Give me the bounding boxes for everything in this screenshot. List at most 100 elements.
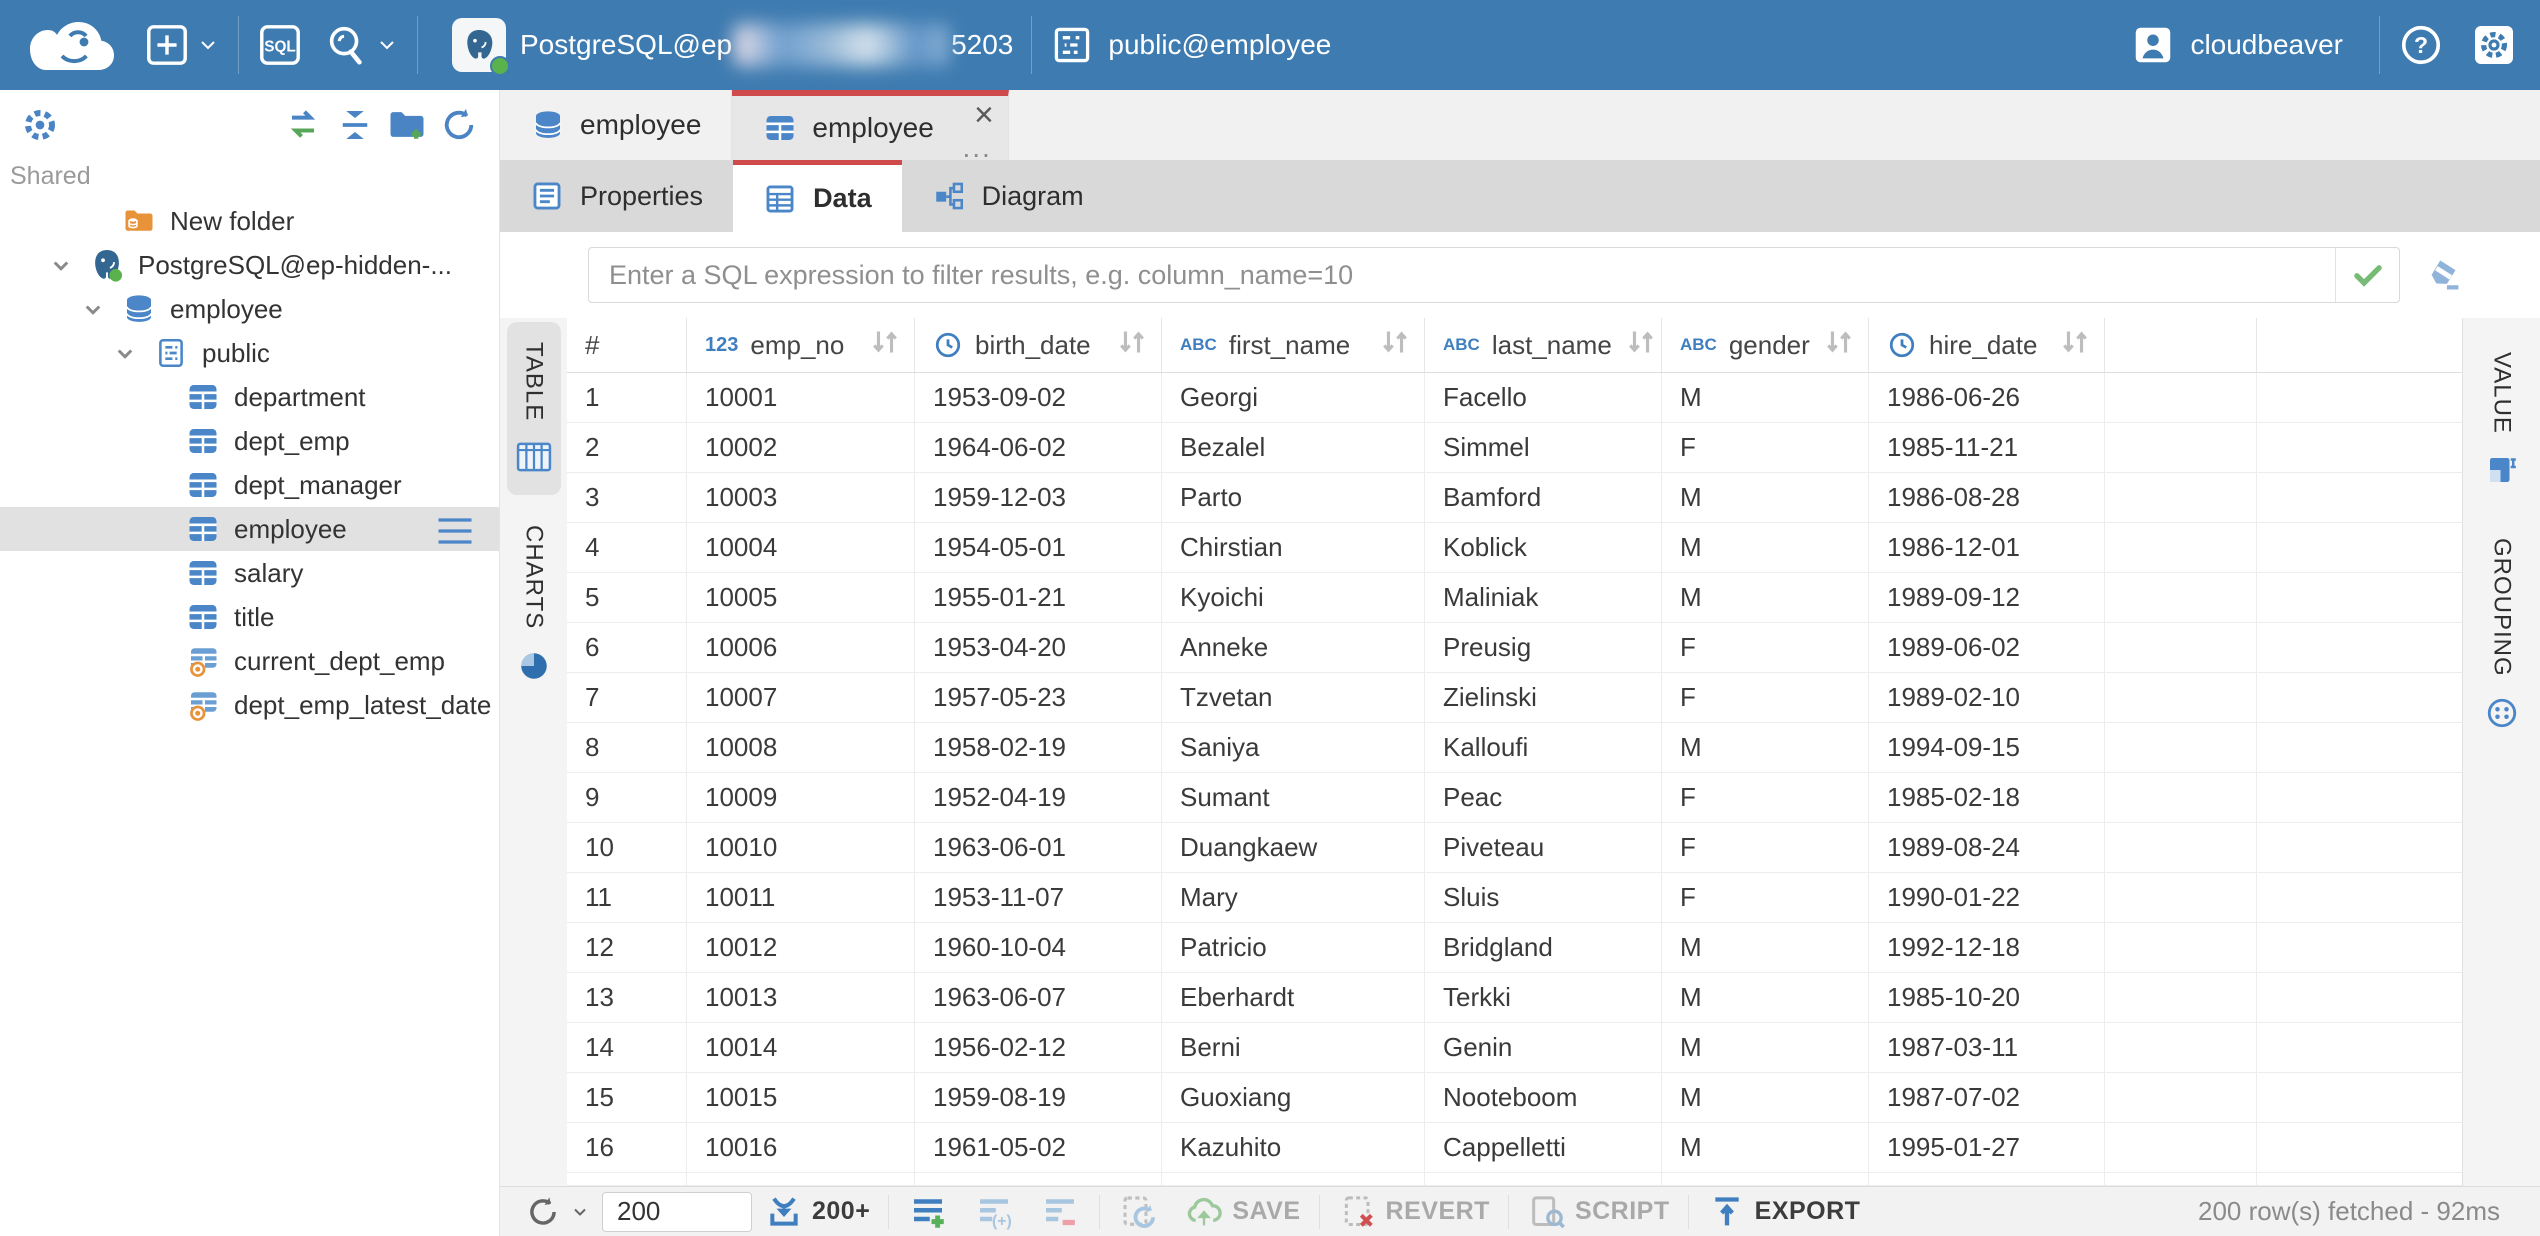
row-number-cell[interactable]: 2	[567, 423, 687, 472]
data-cell[interactable]: 1953-04-20	[915, 623, 1162, 672]
tree-item-salary[interactable]: salary	[0, 551, 499, 595]
data-cell[interactable]: 1958-02-19	[915, 723, 1162, 772]
data-cell[interactable]: Mary	[1162, 873, 1425, 922]
driver-manager-icon[interactable]	[323, 22, 369, 68]
data-cell[interactable]: Sumant	[1162, 773, 1425, 822]
export-button[interactable]: EXPORT	[1707, 1192, 1861, 1232]
data-cell[interactable]: Berni	[1162, 1023, 1425, 1072]
column-header-hire_date[interactable]: hire_date	[1869, 318, 2105, 372]
data-cell[interactable]: 1987-07-02	[1869, 1073, 2105, 1122]
data-cell[interactable]: 10006	[687, 623, 915, 672]
sort-arrows-icon[interactable]	[1115, 327, 1149, 364]
tree-item-PostgreSQL@ep-hidden-...[interactable]: PostgreSQL@ep-hidden-...	[0, 243, 499, 287]
data-cell-empty[interactable]	[2105, 523, 2257, 572]
data-cell[interactable]: Kalloufi	[1425, 723, 1662, 772]
data-cell[interactable]: 10015	[687, 1073, 915, 1122]
data-cell[interactable]: 1992-12-18	[1869, 923, 2105, 972]
data-cell[interactable]: 1994-09-15	[1869, 723, 2105, 772]
delete-row-button[interactable]	[1039, 1191, 1081, 1233]
navigator-settings-icon[interactable]	[14, 99, 66, 151]
data-cell[interactable]: 1990-01-22	[1869, 873, 2105, 922]
data-cell-empty[interactable]	[2105, 1073, 2257, 1122]
data-cell[interactable]: 1963-06-07	[915, 973, 1162, 1022]
data-cell[interactable]: Tzvetan	[1162, 673, 1425, 722]
apply-filter-button[interactable]	[2335, 248, 2399, 302]
sql-editor-button[interactable]: SQL	[257, 22, 303, 68]
data-cell[interactable]: M	[1662, 473, 1869, 522]
data-cell[interactable]: 10014	[687, 1023, 915, 1072]
refresh-data-button[interactable]	[524, 1193, 590, 1231]
data-cell[interactable]: 10004	[687, 523, 915, 572]
data-cell[interactable]: M	[1662, 973, 1869, 1022]
tree-item-dept_emp_latest_date[interactable]: dept_emp_latest_date	[0, 683, 499, 727]
data-cell[interactable]: M	[1662, 523, 1869, 572]
presentation-tab-table[interactable]: TABLE	[507, 322, 561, 495]
refresh-tree-icon[interactable]	[433, 99, 485, 151]
column-header-rownum[interactable]: #	[567, 318, 687, 372]
data-cell[interactable]: Terkki	[1425, 973, 1662, 1022]
data-cell[interactable]: 1961-05-02	[915, 1123, 1162, 1172]
column-header-emp_no[interactable]: 123emp_no	[687, 318, 915, 372]
data-cell[interactable]: 1986-06-26	[1869, 373, 2105, 422]
editor-tab-employee[interactable]: employee	[500, 90, 732, 160]
data-cell[interactable]: M	[1662, 573, 1869, 622]
tree-item-New folder[interactable]: New folder	[0, 199, 499, 243]
user-avatar-icon[interactable]	[2130, 22, 2176, 68]
data-cell[interactable]: Bridgland	[1425, 923, 1662, 972]
column-header-first_name[interactable]: ABCfirst_name	[1162, 318, 1425, 372]
add-row-button[interactable]	[907, 1191, 949, 1233]
data-cell[interactable]: Zielinski	[1425, 673, 1662, 722]
help-button[interactable]: ?	[2398, 22, 2444, 68]
tab-overflow-dots-icon[interactable]: ...	[962, 134, 991, 162]
schema-selector-icon[interactable]	[1050, 23, 1094, 67]
fetch-more-button[interactable]: 200+	[764, 1192, 870, 1232]
row-number-cell[interactable]: 6	[567, 623, 687, 672]
sync-connection-icon[interactable]	[277, 99, 329, 151]
data-cell[interactable]: Parto	[1162, 473, 1425, 522]
sort-arrows-icon[interactable]	[1378, 327, 1412, 364]
data-cell[interactable]: 10005	[687, 573, 915, 622]
data-cell[interactable]: Kazuhito	[1162, 1123, 1425, 1172]
data-cell[interactable]: Chirstian	[1162, 523, 1425, 572]
data-cell[interactable]: Patricio	[1162, 923, 1425, 972]
data-cell[interactable]: 1952-04-19	[915, 773, 1162, 822]
editor-tab-employee[interactable]: employee×...	[732, 90, 1008, 160]
data-cell[interactable]: M	[1662, 1023, 1869, 1072]
tree-item-public[interactable]: public	[0, 331, 499, 375]
data-cell[interactable]: Guoxiang	[1162, 1073, 1425, 1122]
data-cell[interactable]: 10011	[687, 873, 915, 922]
connection-selector[interactable]: PostgreSQL@ep 5203	[520, 24, 1013, 66]
postgresql-connection-icon[interactable]	[452, 18, 506, 72]
tree-item-title[interactable]: title	[0, 595, 499, 639]
row-number-cell[interactable]: 16	[567, 1123, 687, 1172]
data-cell[interactable]: Koblick	[1425, 523, 1662, 572]
data-cell[interactable]: Nooteboom	[1425, 1073, 1662, 1122]
tree-item-employee[interactable]: employee	[0, 287, 499, 331]
row-number-cell[interactable]: 10	[567, 823, 687, 872]
data-cell-empty[interactable]	[2105, 1023, 2257, 1072]
data-cell[interactable]: 1957-05-23	[915, 673, 1162, 722]
row-number-cell[interactable]: 5	[567, 573, 687, 622]
data-cell[interactable]: 10016	[687, 1123, 915, 1172]
data-cell[interactable]: Georgi	[1162, 373, 1425, 422]
panel-tab-value[interactable]: VALUE	[2475, 332, 2529, 508]
tree-item-department[interactable]: department	[0, 375, 499, 419]
tree-item-employee[interactable]: employee	[0, 507, 499, 551]
collapse-all-icon[interactable]	[329, 99, 381, 151]
data-cell[interactable]: 1959-08-19	[915, 1073, 1162, 1122]
clear-filter-eraser-icon[interactable]	[2422, 250, 2468, 301]
row-limit-input[interactable]	[602, 1192, 752, 1232]
data-cell[interactable]: F	[1662, 873, 1869, 922]
data-cell[interactable]: F	[1662, 773, 1869, 822]
data-cell[interactable]: M	[1662, 373, 1869, 422]
row-number-cell[interactable]: 15	[567, 1073, 687, 1122]
data-cell-empty[interactable]	[2105, 673, 2257, 722]
tree-expand-chevron-icon[interactable]	[110, 336, 152, 370]
data-cell[interactable]: 1960-10-04	[915, 923, 1162, 972]
data-cell-empty[interactable]	[2105, 823, 2257, 872]
data-cell[interactable]: Cappelletti	[1425, 1123, 1662, 1172]
data-cell[interactable]: 1985-02-18	[1869, 773, 2105, 822]
row-number-cell[interactable]: 1	[567, 373, 687, 422]
new-connection-chevron-icon[interactable]	[196, 33, 220, 57]
settings-button[interactable]	[2470, 21, 2518, 69]
